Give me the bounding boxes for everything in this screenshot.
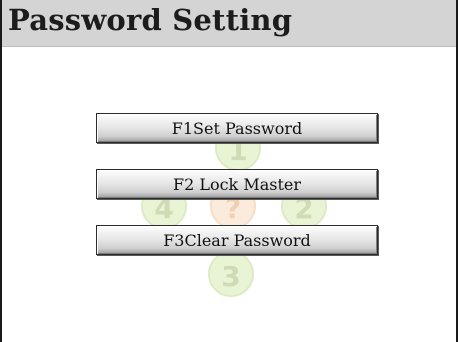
lock-master-button[interactable]: F2 Lock Master — [96, 169, 378, 199]
clear-password-button[interactable]: F3Clear Password — [96, 225, 378, 255]
title-bar: Password Setting — [2, 0, 456, 47]
password-setting-window: Password Setting 1 4 ? 2 3 F1Set Passwor… — [0, 0, 458, 342]
numbered-circles-logo-icon: 1 4 ? 2 3 — [141, 125, 327, 297]
set-password-button[interactable]: F1Set Password — [96, 113, 378, 143]
page-title: Password Setting — [8, 3, 293, 37]
watermark-digit-3: 3 — [221, 260, 240, 293]
